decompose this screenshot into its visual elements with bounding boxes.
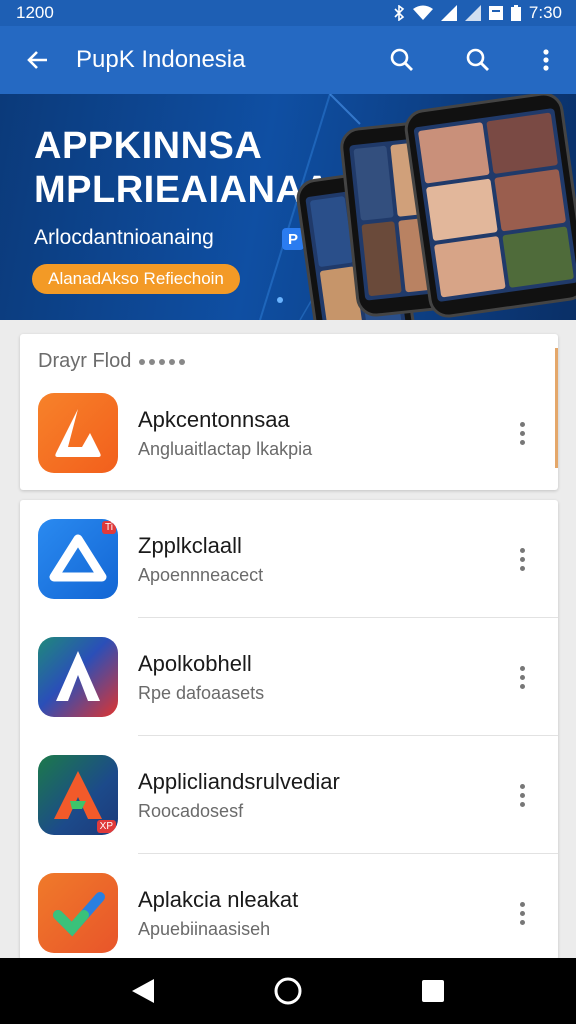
overflow-menu-button[interactable] bbox=[516, 26, 576, 94]
app-icon-orange bbox=[38, 393, 118, 473]
search-icon bbox=[466, 48, 489, 71]
phone-mockup-right bbox=[402, 94, 576, 320]
nav-recents-button[interactable] bbox=[403, 961, 463, 1021]
app-list-card: Ti Zpplkclaall Apoennneacect Apolkobhell… bbox=[20, 500, 558, 960]
app-icon-gradient bbox=[38, 637, 118, 717]
app-badge: Ti bbox=[102, 521, 116, 534]
app-name: Zpplkclaall bbox=[138, 532, 242, 558]
nav-home-button[interactable] bbox=[258, 961, 318, 1021]
banner-headline: APPKINNSA MPLRIEAIANAA bbox=[34, 125, 332, 211]
search-icon bbox=[390, 48, 413, 71]
square-recents-icon bbox=[422, 980, 445, 1002]
app-description: Roocadosesf bbox=[138, 800, 244, 821]
app-icon-checkmark bbox=[38, 873, 118, 953]
status-time-right: 7:30 bbox=[528, 3, 562, 22]
list-item[interactable]: Apkcentonnsaa Angluaitlactap lkakpia bbox=[20, 374, 558, 492]
promo-banner[interactable]: APPKINNSA MPLRIEAIANAA Arlocdantnioanain… bbox=[0, 94, 576, 320]
app-icon-green-red: XP bbox=[38, 755, 118, 835]
app-overflow-menu-button[interactable] bbox=[500, 655, 544, 699]
circle-home-icon bbox=[274, 977, 302, 1005]
app-name: Apkcentonnsaa bbox=[138, 406, 290, 432]
list-item[interactable]: Apolkobhell Rpe dafoaasets bbox=[20, 618, 558, 736]
signal-2-icon bbox=[464, 5, 481, 21]
status-time-left: 1200 bbox=[16, 3, 54, 22]
battery-icon bbox=[510, 5, 521, 21]
app-description: Rpe dafoaasets bbox=[138, 682, 265, 703]
list-item[interactable]: Aplakcia nleakat Apuebiinaasiseh bbox=[20, 854, 558, 972]
app-icon-blue: Ti bbox=[38, 519, 118, 599]
nav-back-button[interactable] bbox=[113, 961, 173, 1021]
bluetooth-icon bbox=[393, 5, 405, 21]
status-bar: 1200 7:30 bbox=[0, 0, 576, 26]
app-description: Angluaitlactap lkakpia bbox=[138, 438, 313, 459]
status-icons: 7:30 bbox=[393, 3, 562, 23]
list-item[interactable]: XP Applicliandsrulvediar Roocadosesf bbox=[20, 736, 558, 854]
search-button-2[interactable] bbox=[440, 26, 516, 94]
app-overflow-menu-button[interactable] bbox=[500, 537, 544, 581]
app-overflow-menu-button[interactable] bbox=[500, 891, 544, 935]
wifi-icon bbox=[412, 5, 433, 21]
app-overflow-menu-button[interactable] bbox=[500, 773, 544, 817]
page-dots-icon bbox=[139, 358, 186, 365]
search-button[interactable] bbox=[364, 26, 440, 94]
featured-card-header: Drayr Flod bbox=[38, 350, 186, 373]
banner-cta-button[interactable]: AlanadAkso Refiechoin bbox=[32, 264, 240, 294]
featured-app-card: Drayr Flod Apkcentonnsaa Angluaitlactap … bbox=[20, 334, 558, 490]
list-item[interactable]: Ti Zpplkclaall Apoennneacect bbox=[20, 500, 558, 618]
back-button[interactable] bbox=[0, 26, 76, 94]
app-description: Apuebiinaasiseh bbox=[138, 918, 271, 939]
back-arrow-icon bbox=[27, 51, 47, 69]
app-bar: PupK Indonesia bbox=[0, 26, 576, 94]
signal-icon bbox=[440, 5, 457, 21]
app-name: Applicliandsrulvediar bbox=[138, 768, 340, 794]
app-description: Apoennneacect bbox=[138, 564, 264, 585]
notification-icon bbox=[488, 5, 503, 21]
featured-card-title: Drayr Flod bbox=[38, 350, 132, 372]
app-name: Apolkobhell bbox=[138, 650, 252, 676]
app-bar-title: PupK Indonesia bbox=[76, 46, 246, 73]
banner-subtitle: Arlocdantnioanaing bbox=[34, 226, 214, 249]
system-nav-bar bbox=[0, 958, 576, 1024]
app-name: Aplakcia nleakat bbox=[138, 886, 299, 912]
app-overflow-menu-button[interactable] bbox=[500, 411, 544, 455]
triangle-back-icon bbox=[131, 979, 154, 1003]
app-badge: XP bbox=[96, 820, 116, 833]
more-vert-icon bbox=[543, 49, 549, 71]
